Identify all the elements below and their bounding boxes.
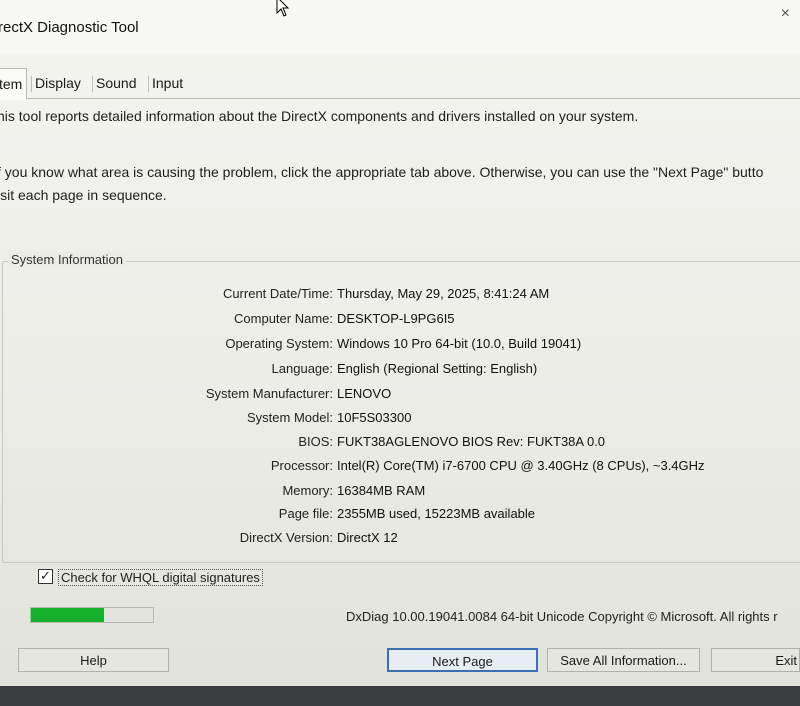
- window-title: rectX Diagnostic Tool: [0, 19, 139, 36]
- info-label: DirectX Version:: [239, 530, 333, 545]
- tab-system[interactable]: tem: [0, 68, 28, 100]
- dxdiag-window: rectX Diagnostic Tool × tem Display Soun…: [0, 0, 800, 686]
- info-row-bios: BIOS: FUKT38AGLENOVO BIOS Rev: FUKT38A 0…: [0, 434, 800, 454]
- info-value: FUKT38AGLENOVO BIOS Rev: FUKT38A 0.0: [337, 434, 606, 449]
- info-label: Current Date/Time:: [222, 286, 333, 301]
- check-icon: ✓: [40, 568, 51, 583]
- exit-button[interactable]: Exit: [711, 648, 800, 672]
- info-row-language: Language: English (Regional Setting: Eng…: [0, 361, 800, 381]
- info-label: Memory:: [282, 483, 333, 498]
- info-value: Windows 10 Pro 64-bit (10.0, Build 19041…: [337, 336, 582, 351]
- tab-display[interactable]: Display: [31, 70, 85, 97]
- progress-fill: [31, 608, 105, 622]
- info-row-processor: Processor: Intel(R) Core(TM) i7-6700 CPU…: [0, 458, 800, 478]
- version-copyright-text: DxDiag 10.00.19041.0084 64-bit Unicode C…: [346, 609, 778, 624]
- intro-text: his tool reports detailed information ab…: [0, 108, 639, 124]
- info-value: DESKTOP-L9PG6I5: [337, 311, 455, 326]
- progress-bar: [30, 607, 154, 623]
- title-bar: rectX Diagnostic Tool ×: [0, 0, 800, 55]
- info-row-memory: Memory: 16384MB RAM: [0, 483, 800, 503]
- hint-text-line-1: f you know what area is causing the prob…: [0, 164, 764, 180]
- info-value: Intel(R) Core(TM) i7-6700 CPU @ 3.40GHz …: [337, 458, 705, 473]
- bottom-edge: [0, 686, 800, 706]
- close-icon[interactable]: ×: [781, 5, 790, 23]
- info-label: BIOS:: [298, 434, 333, 449]
- whql-label[interactable]: Check for WHQL digital signatures: [58, 569, 263, 586]
- info-label: Language:: [271, 361, 333, 376]
- tab-strip: tem Display Sound Input: [0, 68, 800, 100]
- mouse-cursor-icon: [276, 0, 290, 17]
- info-row-page-file: Page file: 2355MB used, 15223MB availabl…: [0, 506, 800, 526]
- info-value: 10F5S03300: [337, 410, 412, 425]
- system-information-title: System Information: [8, 252, 126, 267]
- info-value: LENOVO: [337, 386, 392, 401]
- info-label: Computer Name:: [234, 311, 333, 326]
- info-value: English (Regional Setting: English): [337, 361, 538, 376]
- help-button[interactable]: Help: [18, 648, 169, 672]
- info-value: Thursday, May 29, 2025, 8:41:24 AM: [337, 286, 550, 301]
- info-row-date-time: Current Date/Time: Thursday, May 29, 202…: [0, 286, 800, 306]
- tab-input[interactable]: Input: [148, 70, 187, 97]
- info-value: 2355MB used, 15223MB available: [337, 506, 536, 521]
- save-all-information-button-label: Save All Information...: [560, 653, 687, 668]
- info-row-directx-version: DirectX Version: DirectX 12: [0, 530, 800, 550]
- info-row-system-model: System Model: 10F5S03300: [0, 410, 800, 430]
- next-page-button-label: Next Page: [432, 654, 493, 669]
- save-all-information-button[interactable]: Save All Information...: [547, 648, 700, 672]
- info-label: System Manufacturer:: [205, 386, 333, 401]
- info-label: Operating System:: [225, 336, 333, 351]
- info-row-system-manufacturer: System Manufacturer: LENOVO: [0, 386, 800, 406]
- info-label: Processor:: [270, 458, 333, 473]
- info-row-operating-system: Operating System: Windows 10 Pro 64-bit …: [0, 336, 800, 356]
- info-label: Page file:: [278, 506, 333, 521]
- exit-button-label: Exit: [775, 653, 797, 668]
- hint-text-line-2: isit each page in sequence.: [0, 187, 167, 203]
- info-row-computer-name: Computer Name: DESKTOP-L9PG6I5: [0, 311, 800, 331]
- info-value: 16384MB RAM: [337, 483, 426, 498]
- help-button-label: Help: [80, 653, 107, 668]
- info-value: DirectX 12: [337, 530, 398, 545]
- whql-checkbox[interactable]: ✓: [38, 568, 53, 584]
- info-label: System Model:: [247, 410, 333, 425]
- next-page-button[interactable]: Next Page: [387, 648, 538, 672]
- tab-sound[interactable]: Sound: [92, 70, 140, 97]
